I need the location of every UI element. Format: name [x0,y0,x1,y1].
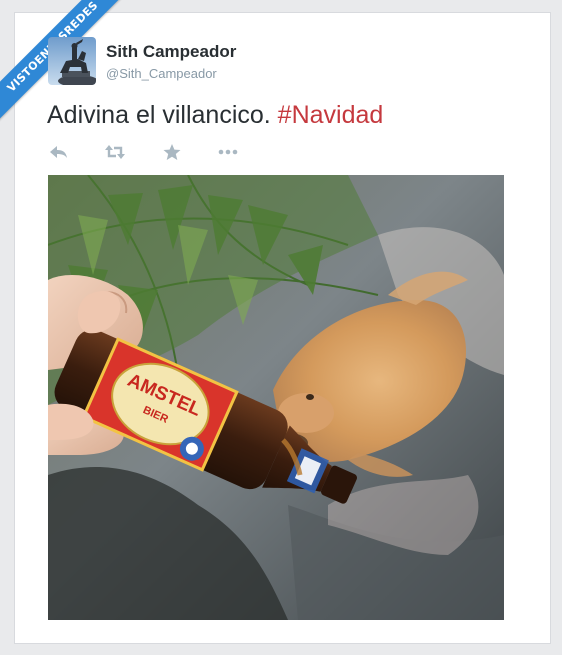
fish-drinking-beer-image: AMSTEL BIER [48,175,504,620]
reply-icon[interactable] [48,142,70,162]
favorite-icon[interactable] [161,142,183,162]
tweet-body: Adivina el villancico. [47,101,271,129]
author-name[interactable]: Sith Campeador [106,42,236,62]
avatar[interactable] [48,37,96,85]
more-icon[interactable] [217,142,239,162]
author-handle[interactable]: @Sith_Campeador [106,66,217,81]
hashtag-link[interactable]: #Navidad [278,101,384,129]
retweet-icon[interactable] [104,142,126,162]
tweet-photo[interactable]: AMSTEL BIER [48,175,504,620]
tweet-text: Adivina el villancico. #Navidad [47,101,383,130]
avatar-statue-image [48,37,96,85]
